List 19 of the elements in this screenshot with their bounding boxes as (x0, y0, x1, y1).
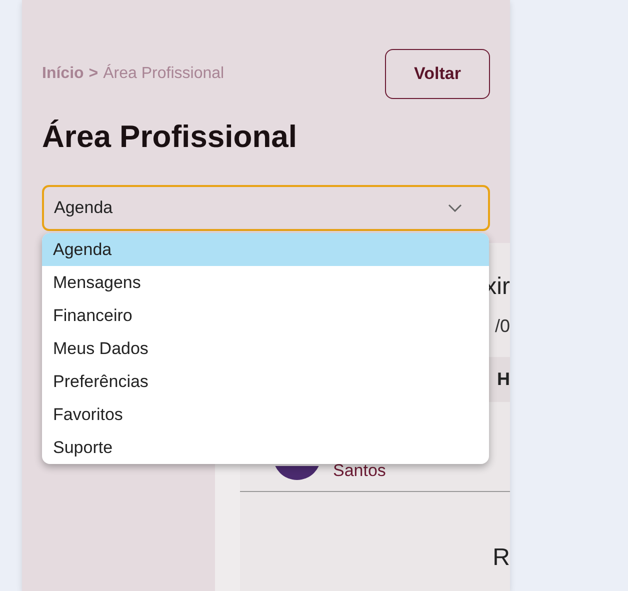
dropdown-option[interactable]: Agenda (42, 233, 489, 266)
dropdown-option[interactable]: Favoritos (42, 398, 489, 431)
section-heading: R (492, 544, 510, 572)
dropdown-option[interactable]: Financeiro (42, 299, 489, 332)
chevron-down-icon (448, 204, 462, 212)
page-title: Área Profissional (42, 118, 298, 156)
dropdown-option[interactable]: Mensagens (42, 266, 489, 299)
card-subheading: /0 (494, 316, 510, 337)
dropdown-option[interactable]: Meus Dados (42, 332, 489, 365)
column-header: H (497, 369, 510, 390)
section-select[interactable]: Agenda (42, 185, 490, 231)
client-name: Santos (333, 461, 386, 481)
dropdown-option[interactable]: Suporte (42, 431, 489, 464)
avatar (273, 466, 321, 480)
select-value: Agenda (54, 198, 113, 218)
breadcrumb-current: Área Profissional (103, 65, 224, 83)
breadcrumb-separator: > (88, 65, 98, 83)
dropdown-option[interactable]: Preferências (42, 365, 489, 398)
back-button[interactable]: Voltar (385, 49, 490, 99)
